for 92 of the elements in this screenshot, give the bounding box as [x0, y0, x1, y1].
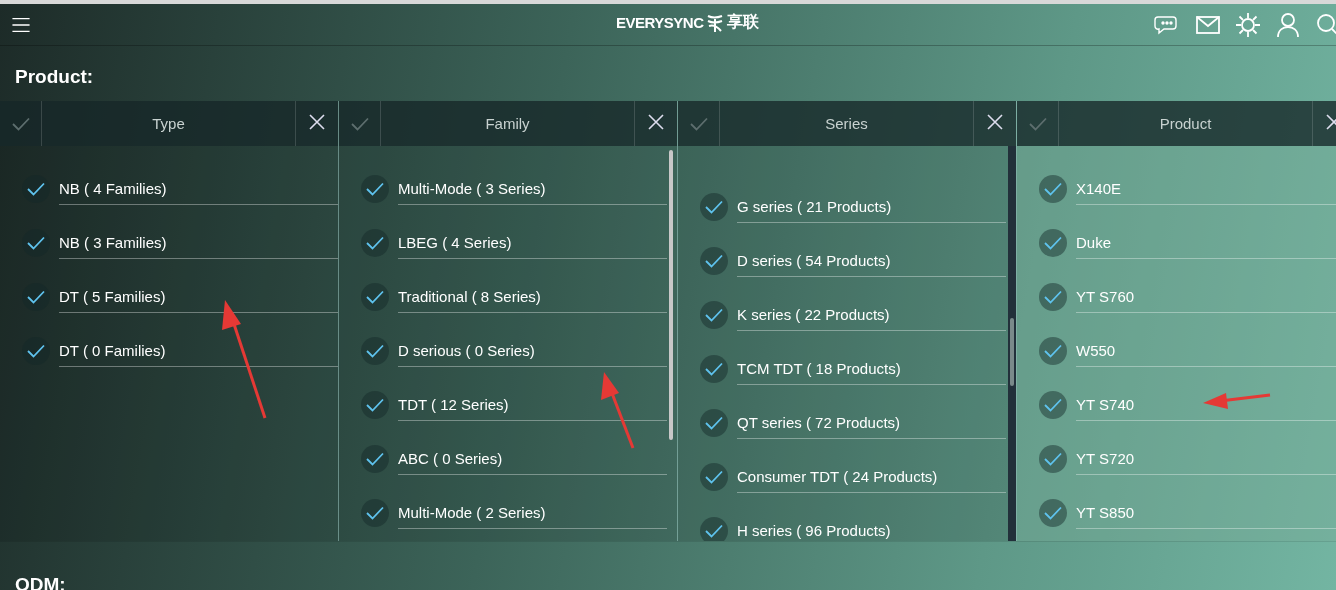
checkbox[interactable]: [361, 175, 389, 203]
brand-chinese-text: 享联: [727, 12, 760, 32]
column-title: Type: [42, 101, 296, 146]
checkmark-icon: [705, 470, 723, 484]
checkmark-icon: [366, 236, 384, 250]
checkmark-icon: [1044, 236, 1062, 250]
list-item-label[interactable]: Multi-Mode ( 2 Series): [398, 497, 667, 529]
checkbox[interactable]: [1039, 391, 1067, 419]
close-icon: [987, 114, 1003, 130]
checkmark-icon: [1028, 116, 1047, 131]
checkbox[interactable]: [361, 445, 389, 473]
checkmark-icon: [1044, 182, 1062, 196]
checkmark-icon: [27, 344, 45, 358]
annotation-arrow: [1203, 393, 1271, 409]
list-item-label[interactable]: D series ( 54 Products): [737, 245, 1006, 277]
close-icon: [648, 114, 664, 130]
checkmark-icon: [705, 308, 723, 322]
checkbox[interactable]: [361, 229, 389, 257]
checkmark-icon: [1044, 398, 1062, 412]
checkmark-icon: [1044, 452, 1062, 466]
list-item-label[interactable]: Duke: [1076, 227, 1336, 259]
list-item-label[interactable]: NB ( 4 Families): [59, 173, 338, 205]
checkbox[interactable]: [22, 283, 50, 311]
checkbox[interactable]: [1039, 337, 1067, 365]
user-icon[interactable]: [1274, 10, 1302, 39]
checkbox[interactable]: [700, 409, 728, 437]
column-title: Product: [1059, 101, 1313, 146]
list-item-label[interactable]: H series ( 96 Products): [737, 515, 1006, 541]
list-item-label[interactable]: YT S760: [1076, 281, 1336, 313]
checkbox[interactable]: [700, 463, 728, 491]
checkbox[interactable]: [22, 229, 50, 257]
checkmark-icon: [366, 452, 384, 466]
checkmark-icon: [366, 398, 384, 412]
scrollbar-thumb[interactable]: [669, 150, 673, 440]
list-item-label[interactable]: Traditional ( 8 Series): [398, 281, 667, 313]
checkmark-icon: [366, 344, 384, 358]
checkmark-icon: [1044, 506, 1062, 520]
list-item-label[interactable]: W550: [1076, 335, 1336, 367]
list-item-label[interactable]: YT S720: [1076, 443, 1336, 475]
checkbox[interactable]: [1039, 445, 1067, 473]
checkmark-icon: [705, 362, 723, 376]
checkmark-icon: [705, 254, 723, 268]
checkbox[interactable]: [700, 355, 728, 383]
list-item-label[interactable]: LBEG ( 4 Series): [398, 227, 667, 259]
checkmark-icon: [705, 416, 723, 430]
list-item-label[interactable]: QT series ( 72 Products): [737, 407, 1006, 439]
list-item-label[interactable]: DT ( 0 Families): [59, 335, 338, 367]
list-item-label[interactable]: X140E: [1076, 173, 1336, 205]
list-item-label[interactable]: Multi-Mode ( 3 Series): [398, 173, 667, 205]
checkbox[interactable]: [700, 517, 728, 541]
checkbox[interactable]: [1039, 283, 1067, 311]
checkmark-icon: [11, 116, 30, 131]
checkmark-icon: [705, 524, 723, 538]
checkmark-icon: [1044, 290, 1062, 304]
section-title: Product:: [14, 65, 95, 89]
checkbox[interactable]: [1039, 229, 1067, 257]
checkmark-icon: [366, 290, 384, 304]
checkmark-icon: [366, 182, 384, 196]
scrollbar-thumb[interactable]: [1010, 318, 1014, 386]
logo-icon: [706, 12, 725, 33]
list-item-label[interactable]: K series ( 22 Products): [737, 299, 1006, 331]
checkbox[interactable]: [22, 175, 50, 203]
checkmark-icon: [689, 116, 708, 131]
list-item-label[interactable]: YT S850: [1076, 497, 1336, 529]
checkmark-icon: [1044, 344, 1062, 358]
checkbox[interactable]: [700, 301, 728, 329]
list-item-label[interactable]: G series ( 21 Products): [737, 191, 1006, 223]
checkmark-icon: [366, 506, 384, 520]
list-item-label[interactable]: D serious ( 0 Series): [398, 335, 667, 367]
column-title: Series: [720, 101, 974, 146]
list-item-label[interactable]: NB ( 3 Families): [59, 227, 338, 259]
checkbox[interactable]: [700, 247, 728, 275]
checkmark-icon: [27, 236, 45, 250]
checkmark-icon: [350, 116, 369, 131]
list-item-label[interactable]: Consumer TDT ( 24 Products): [737, 461, 1006, 493]
checkmark-icon: [27, 290, 45, 304]
checkbox[interactable]: [361, 337, 389, 365]
list-item-label[interactable]: ABC ( 0 Series): [398, 443, 667, 475]
checkbox[interactable]: [361, 499, 389, 527]
checkbox[interactable]: [22, 337, 50, 365]
column-title: Family: [381, 101, 635, 146]
checkbox[interactable]: [700, 193, 728, 221]
checkbox[interactable]: [1039, 499, 1067, 527]
checkmark-icon: [705, 200, 723, 214]
checkbox[interactable]: [361, 391, 389, 419]
settings-icon[interactable]: [1234, 10, 1262, 39]
checkmark-icon: [27, 182, 45, 196]
brand-logo-text: EVERYSYNC: [616, 14, 704, 31]
checkbox[interactable]: [1039, 175, 1067, 203]
checkbox[interactable]: [361, 283, 389, 311]
close-icon: [309, 114, 325, 130]
list-item-label[interactable]: TCM TDT ( 18 Products): [737, 353, 1006, 385]
